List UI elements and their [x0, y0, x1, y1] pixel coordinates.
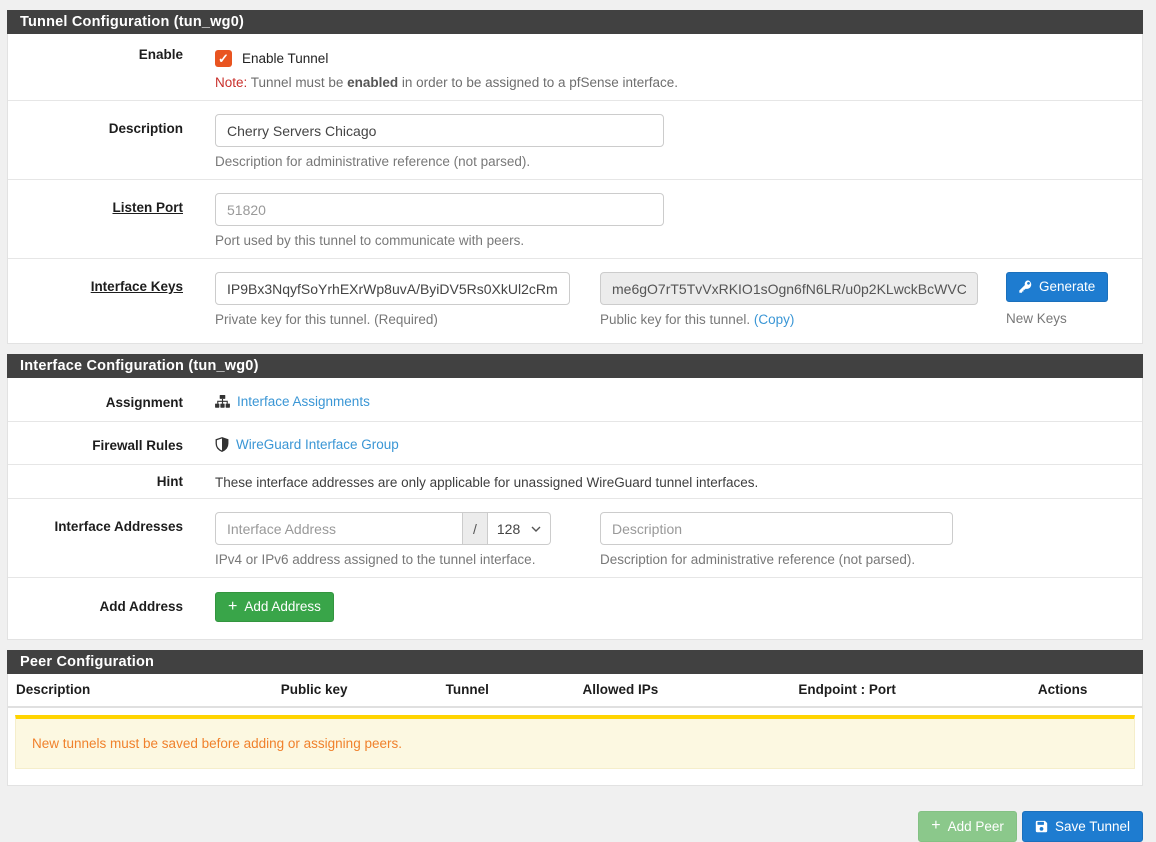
- peer-configuration-title: Peer Configuration: [7, 650, 1143, 674]
- column-description: Description: [8, 682, 223, 697]
- column-public-key: Public key: [223, 682, 404, 697]
- assignment-label: Assignment: [8, 388, 183, 411]
- enable-tunnel-checkbox[interactable]: ✓: [215, 50, 232, 67]
- peers-warning-alert: New tunnels must be saved before adding …: [15, 715, 1135, 769]
- address-mask-separator: /: [463, 512, 488, 545]
- address-description-help: Description for administrative reference…: [600, 552, 953, 567]
- add-address-row: Add Address + Add Address: [8, 578, 1142, 639]
- description-row: Description Description for administrati…: [8, 101, 1142, 180]
- interface-configuration-title: Interface Configuration (tun_wg0): [7, 354, 1143, 378]
- peer-configuration-panel: Peer Configuration Description Public ke…: [7, 650, 1143, 786]
- interface-address-help: IPv4 or IPv6 address assigned to the tun…: [215, 552, 553, 567]
- public-key-help: Public key for this tunnel. (Copy): [600, 312, 978, 327]
- description-label: Description: [8, 114, 183, 169]
- save-icon: [1035, 820, 1048, 833]
- new-keys-label: New Keys: [1006, 311, 1108, 326]
- listen-port-label: Listen Port: [8, 193, 183, 248]
- interface-keys-row: Interface Keys Private key for this tunn…: [8, 259, 1142, 343]
- add-address-label: Add Address: [8, 592, 183, 622]
- hint-text: These interface addresses are only appli…: [215, 474, 1142, 490]
- note-before: Tunnel must be: [247, 75, 347, 90]
- note-after: in order to be assigned to a pfSense int…: [398, 75, 678, 90]
- column-tunnel: Tunnel: [405, 682, 530, 697]
- hint-label: Hint: [8, 474, 183, 490]
- sitemap-icon: [215, 395, 230, 408]
- chevron-down-icon: [531, 526, 541, 532]
- enable-row: Enable ✓ Enable Tunnel Note: Tunnel must…: [8, 34, 1142, 101]
- generate-keys-button[interactable]: Generate: [1006, 272, 1108, 302]
- tunnel-configuration-panel: Tunnel Configuration (tun_wg0) Enable ✓ …: [7, 10, 1143, 344]
- save-tunnel-button[interactable]: Save Tunnel: [1022, 811, 1143, 842]
- interface-address-input[interactable]: [215, 512, 463, 545]
- address-description-input[interactable]: [600, 512, 953, 545]
- add-peer-button[interactable]: + Add Peer: [918, 811, 1017, 842]
- copy-public-key-link[interactable]: (Copy): [754, 312, 795, 327]
- shield-icon: [215, 437, 229, 452]
- enable-note: Note: Tunnel must be enabled in order to…: [215, 75, 1142, 90]
- tunnel-configuration-title: Tunnel Configuration (tun_wg0): [7, 10, 1143, 34]
- enable-tunnel-checkbox-label: Enable Tunnel: [242, 51, 328, 66]
- hint-row: Hint These interface addresses are only …: [8, 465, 1142, 499]
- column-allowed-ips: Allowed IPs: [530, 682, 711, 697]
- interface-configuration-panel: Interface Configuration (tun_wg0) Assign…: [7, 354, 1143, 640]
- note-bold: enabled: [347, 75, 398, 90]
- plus-icon: +: [931, 820, 940, 832]
- prefix-length-select[interactable]: 128: [488, 512, 551, 545]
- listen-port-row: Listen Port Port used by this tunnel to …: [8, 180, 1142, 259]
- wireguard-tunnel-edit-page: Tunnel Configuration (tun_wg0) Enable ✓ …: [7, 10, 1143, 842]
- column-actions: Actions: [983, 682, 1142, 697]
- column-endpoint-port: Endpoint : Port: [711, 682, 983, 697]
- private-key-input[interactable]: [215, 272, 570, 305]
- add-address-button[interactable]: + Add Address: [215, 592, 334, 622]
- description-help: Description for administrative reference…: [215, 154, 1142, 169]
- enable-label: Enable: [8, 47, 183, 90]
- prefix-length-value: 128: [497, 521, 520, 537]
- plus-icon: +: [228, 601, 237, 613]
- assignment-row: Assignment Interface Assign: [8, 378, 1142, 422]
- listen-port-input[interactable]: [215, 193, 664, 226]
- firewall-rules-row: Firewall Rules WireGuard Interface Group: [8, 422, 1142, 465]
- wireguard-interface-group-link[interactable]: WireGuard Interface Group: [236, 437, 399, 452]
- note-prefix: Note:: [215, 75, 247, 90]
- listen-port-help: Port used by this tunnel to communicate …: [215, 233, 1142, 248]
- interface-assignments-link[interactable]: Interface Assignments: [237, 394, 370, 409]
- interface-addresses-row: Interface Addresses / 128: [8, 499, 1142, 578]
- description-input[interactable]: [215, 114, 664, 147]
- interface-keys-label: Interface Keys: [8, 272, 183, 327]
- generate-button-label: Generate: [1039, 280, 1095, 294]
- private-key-help: Private key for this tunnel. (Required): [215, 312, 570, 327]
- public-key-input[interactable]: [600, 272, 978, 305]
- footer-actions: + Add Peer Save Tunnel: [7, 811, 1143, 842]
- key-icon: [1019, 280, 1032, 293]
- peer-table-header: Description Public key Tunnel Allowed IP…: [8, 674, 1142, 708]
- interface-addresses-label: Interface Addresses: [8, 512, 183, 567]
- firewall-rules-label: Firewall Rules: [8, 431, 183, 455]
